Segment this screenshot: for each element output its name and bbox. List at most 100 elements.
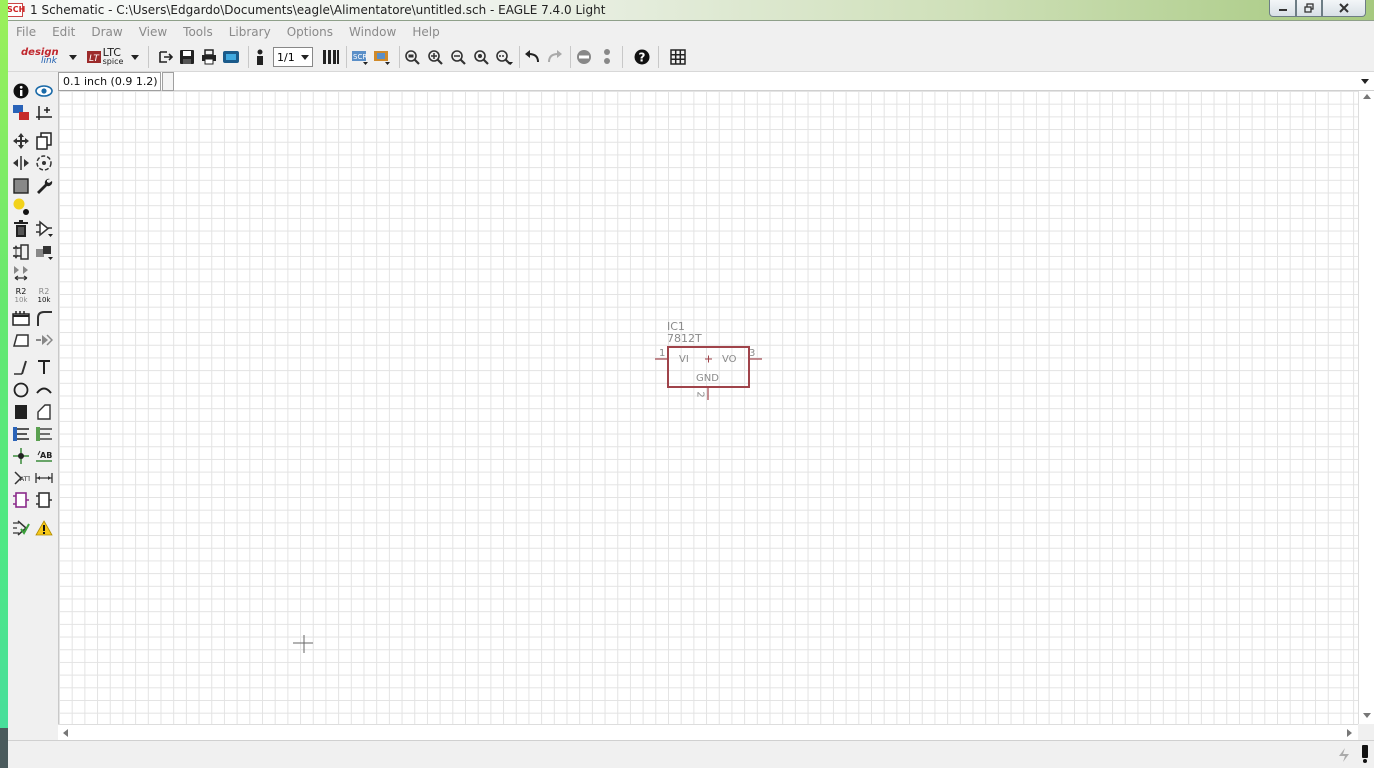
dimension-tool[interactable]	[34, 468, 54, 488]
stop-icon	[577, 50, 591, 64]
miter-tool[interactable]	[34, 308, 54, 328]
group-tool[interactable]	[11, 176, 31, 196]
cam-icon	[223, 51, 239, 63]
ulp-run-icon	[374, 51, 390, 65]
command-history-dropdown[interactable]	[1358, 73, 1372, 90]
delete-tool[interactable]	[11, 219, 31, 239]
menu-draw[interactable]: Draw	[91, 25, 122, 39]
go-button[interactable]	[597, 47, 617, 67]
save-button[interactable]	[177, 47, 197, 67]
zoom-fit-icon	[405, 50, 420, 65]
circle-icon	[13, 382, 29, 398]
add-tool[interactable]	[34, 219, 54, 239]
help-button[interactable]: ?	[632, 47, 652, 67]
menu-view[interactable]: View	[139, 25, 167, 39]
coordinate-display: 0.1 inch (0.9 1.2)	[58, 72, 161, 91]
zoom-out-button[interactable]	[448, 47, 468, 67]
rect-tool[interactable]	[11, 402, 31, 422]
errors-tool[interactable]	[34, 518, 54, 538]
stop-command-icon[interactable]	[1358, 744, 1372, 764]
minimize-button[interactable]	[1269, 0, 1296, 17]
circle-tool[interactable]	[11, 380, 31, 400]
tool-palette: R2 10k R2 10k AB ATT	[8, 72, 58, 742]
rotate-tool[interactable]	[34, 153, 54, 173]
close-button[interactable]	[1322, 0, 1366, 17]
cursor-crosshair	[293, 635, 313, 653]
value-tool[interactable]: R2 10k	[34, 286, 54, 306]
frame-tool[interactable]	[11, 490, 31, 510]
command-input[interactable]	[176, 73, 1354, 90]
attribute-tool[interactable]: ATT	[11, 468, 31, 488]
show-tool[interactable]	[34, 81, 54, 101]
gateswap-tool[interactable]	[11, 263, 31, 283]
paste-tool[interactable]	[11, 197, 31, 217]
change-tool[interactable]	[34, 176, 54, 196]
menu-library[interactable]: Library	[229, 25, 271, 39]
name-tool[interactable]: R2 10k	[11, 286, 31, 306]
invoke-tool[interactable]	[34, 330, 54, 350]
net-tool[interactable]	[34, 424, 54, 444]
menu-file[interactable]: File	[16, 25, 36, 39]
net-icon	[36, 427, 52, 441]
ltspice-dropdown-icon[interactable]	[130, 47, 140, 67]
undo-button[interactable]	[522, 47, 542, 67]
sheet-select[interactable]: 1/1	[272, 47, 314, 67]
modulinst-tool[interactable]	[34, 490, 54, 510]
grid-button[interactable]	[668, 47, 688, 67]
use-library-button[interactable]	[320, 47, 342, 67]
move-tool[interactable]	[11, 131, 31, 151]
schematic-canvas[interactable]: IC1 7812T VI VO GND 1 3 2	[58, 91, 1358, 724]
zoom-in-button[interactable]	[425, 47, 445, 67]
display-layers-tool[interactable]	[11, 103, 31, 123]
group-rect-icon	[13, 178, 29, 194]
pinswap-tool[interactable]	[11, 242, 31, 262]
script-sch-button[interactable]: SCR	[350, 47, 370, 67]
info-tool[interactable]	[11, 81, 31, 101]
close-icon	[1339, 3, 1349, 13]
designlink-dropdown-icon[interactable]	[68, 47, 78, 67]
erc-tool[interactable]	[11, 518, 31, 538]
board-switch-button[interactable]	[253, 47, 267, 67]
chevron-down-icon	[1361, 79, 1369, 84]
open-button[interactable]	[155, 47, 175, 67]
library-books-icon	[323, 50, 339, 64]
ltspice-button[interactable]: LT LTC spice	[82, 47, 128, 67]
text-tool[interactable]	[34, 357, 54, 377]
wire-tool[interactable]	[11, 357, 31, 377]
command-history-box[interactable]	[162, 72, 174, 91]
menu-tools[interactable]: Tools	[183, 25, 213, 39]
zoom-select-button[interactable]	[494, 47, 514, 67]
horizontal-scrollbar[interactable]	[58, 724, 1358, 740]
arc-tool[interactable]	[34, 380, 54, 400]
bus-tool[interactable]	[11, 424, 31, 444]
feedback-icon[interactable]	[1336, 746, 1352, 764]
menu-edit[interactable]: Edit	[52, 25, 75, 39]
junction-tool[interactable]	[11, 446, 31, 466]
mirror-icon	[13, 156, 29, 170]
copy-tool[interactable]	[34, 131, 54, 151]
print-button[interactable]	[199, 47, 219, 67]
redraw-button[interactable]	[471, 47, 491, 67]
menu-help[interactable]: Help	[412, 25, 439, 39]
ltc-logo-icon: LT	[86, 51, 101, 63]
restore-button[interactable]	[1296, 0, 1322, 17]
smash-tool[interactable]	[11, 308, 31, 328]
menu-options[interactable]: Options	[287, 25, 333, 39]
board-switch-icon	[257, 49, 263, 65]
polygon-tool[interactable]	[34, 402, 54, 422]
redo-button[interactable]	[545, 47, 565, 67]
zoom-fit-button[interactable]	[402, 47, 422, 67]
mark-tool[interactable]	[34, 103, 54, 123]
designlink-button[interactable]: design link	[16, 47, 72, 67]
label-tool[interactable]: AB	[34, 446, 54, 466]
rotate-icon	[36, 155, 52, 171]
stop-button[interactable]	[574, 47, 594, 67]
split-tool[interactable]	[11, 330, 31, 350]
invoke-icon	[36, 334, 53, 346]
mirror-tool[interactable]	[11, 153, 31, 173]
vertical-scrollbar[interactable]	[1358, 91, 1374, 724]
ulp-button[interactable]	[372, 47, 392, 67]
menu-window[interactable]: Window	[349, 25, 396, 39]
cam-processor-button[interactable]	[221, 47, 241, 67]
replace-tool[interactable]	[34, 242, 54, 262]
